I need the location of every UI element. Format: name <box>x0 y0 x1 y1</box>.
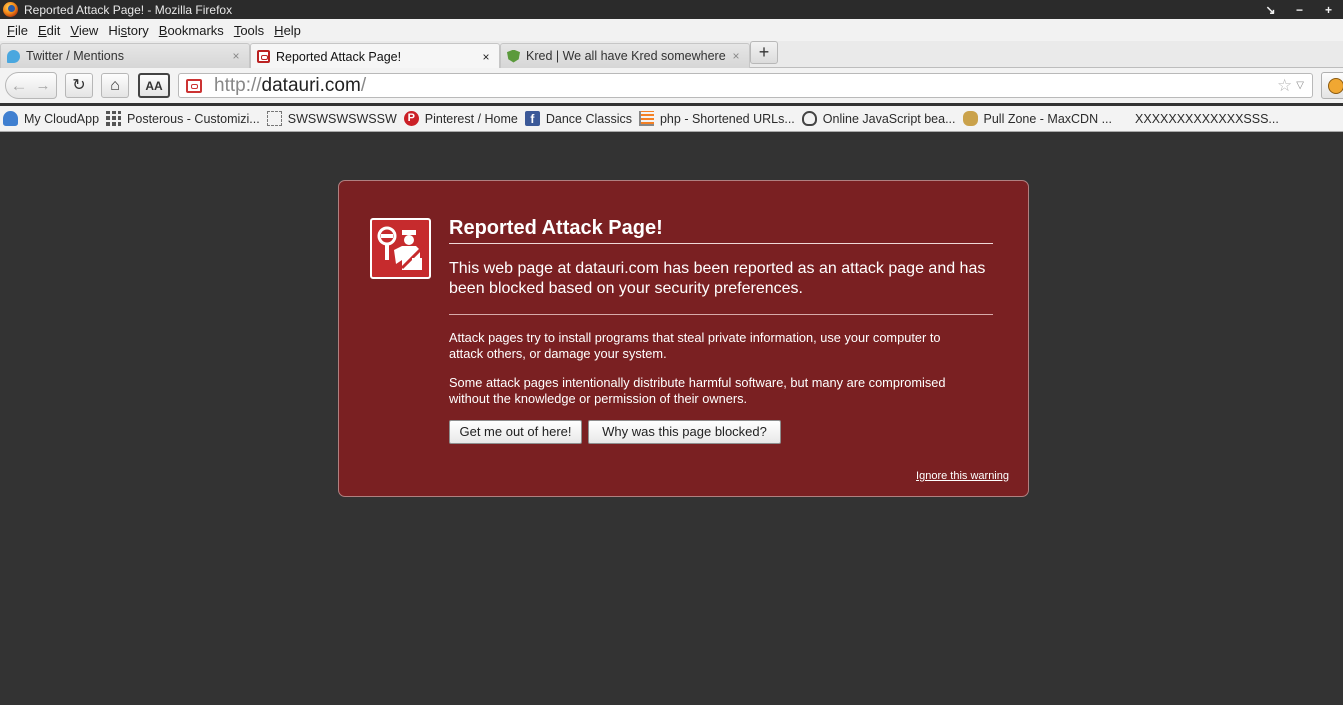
why-blocked-button[interactable]: Why was this page blocked? <box>588 420 781 444</box>
reader-view-button[interactable]: AA <box>138 73 170 98</box>
get-me-out-button[interactable]: Get me out of here! <box>449 420 582 444</box>
back-button[interactable]: ← <box>6 73 32 99</box>
tab-label: Reported Attack Page! <box>276 49 402 64</box>
forward-button[interactable]: → <box>32 77 54 94</box>
bookmark-pinterest[interactable]: P Pinterest / Home <box>403 111 518 126</box>
close-tab-icon[interactable]: × <box>729 49 743 63</box>
tab-label: Twitter / Mentions <box>26 49 124 63</box>
addon-face-icon <box>1328 78 1343 94</box>
maximize-window-icon[interactable]: + <box>1314 3 1343 17</box>
bookmark-php-shortened-urls[interactable]: php - Shortened URLs... <box>638 111 795 126</box>
home-button[interactable]: ⌂ <box>101 73 129 98</box>
bookmark-posterous[interactable]: Posterous - Customizi... <box>106 111 260 126</box>
grid-icon <box>106 111 122 126</box>
error-long-description-1: Attack pages try to install programs tha… <box>449 330 941 361</box>
tab-reported-attack-page[interactable]: Reported Attack Page! × <box>250 43 500 69</box>
minimize-window-icon[interactable]: − <box>1285 3 1314 17</box>
addon-button[interactable] <box>1321 72 1343 99</box>
menu-bar: File Edit View History Bookmarks Tools H… <box>0 19 1343 41</box>
blocked-site-icon <box>370 218 431 279</box>
url-input[interactable]: http://datauri.com/ <box>210 75 1277 97</box>
bookmark-my-cloudapp[interactable]: My CloudApp <box>3 111 99 126</box>
bookmark-swsw[interactable]: SWSWSWSWSSW <box>266 111 397 126</box>
stackoverflow-icon <box>638 111 654 126</box>
attack-page-icon <box>257 50 270 63</box>
menu-history[interactable]: History <box>103 23 153 38</box>
ignore-warning-link[interactable]: Ignore this warning <box>916 470 1009 482</box>
tab-strip: Twitter / Mentions × Reported Attack Pag… <box>0 41 1343 69</box>
site-identity-icon[interactable] <box>186 78 202 93</box>
tab-label: Kred | We all have Kred somewhere <box>526 49 726 63</box>
maxcdn-icon <box>962 111 978 126</box>
reload-button[interactable]: ↻ <box>65 73 93 98</box>
bookmark-maxcdn[interactable]: Pull Zone - MaxCDN ... <box>962 111 1112 126</box>
tab-twitter-mentions[interactable]: Twitter / Mentions × <box>0 43 250 68</box>
facebook-icon: f <box>524 111 540 126</box>
twitter-icon <box>7 49 20 63</box>
attack-warning-panel: Reported Attack Page! This web page at d… <box>338 180 1029 497</box>
bookmark-xxx[interactable]: XXXXXXXXXXXXXSSS... <box>1135 112 1279 126</box>
bookmark-js-beautifier[interactable]: Online JavaScript bea... <box>801 111 956 126</box>
menu-tools[interactable]: Tools <box>229 23 269 38</box>
new-tab-button[interactable]: + <box>750 41 778 64</box>
error-long-description-2: Some attack pages intentionally distribu… <box>449 375 946 406</box>
error-short-description: This web page at datauri.com has been re… <box>449 259 993 315</box>
bookmark-star-icon[interactable]: ☆ <box>1277 76 1292 96</box>
menu-bookmarks[interactable]: Bookmarks <box>154 23 229 38</box>
blank-page-icon <box>266 111 282 126</box>
restore-window-icon[interactable]: ↘ <box>1256 3 1285 17</box>
bookmark-dance-classics[interactable]: f Dance Classics <box>524 111 632 126</box>
menu-edit[interactable]: Edit <box>33 23 65 38</box>
pinterest-icon: P <box>403 111 419 126</box>
window-title: Reported Attack Page! - Mozilla Firefox <box>24 2 233 17</box>
owl-icon <box>801 111 817 126</box>
menu-file[interactable]: File <box>2 23 33 38</box>
kred-icon <box>507 49 520 63</box>
menu-view[interactable]: View <box>65 23 103 38</box>
error-title: Reported Attack Page! <box>449 217 993 244</box>
bookmarks-toolbar: My CloudApp Posterous - Customizi... SWS… <box>0 106 1343 132</box>
window-titlebar: Reported Attack Page! - Mozilla Firefox … <box>0 0 1343 19</box>
cloud-icon <box>3 111 18 126</box>
menu-help[interactable]: Help <box>269 23 306 38</box>
firefox-logo-icon <box>3 2 18 17</box>
back-forward-group: ← → <box>5 72 57 99</box>
page-content: Reported Attack Page! This web page at d… <box>0 132 1343 705</box>
close-tab-icon[interactable]: × <box>229 49 243 63</box>
tab-kred[interactable]: Kred | We all have Kred somewhere × <box>500 43 750 68</box>
url-history-dropdown-icon[interactable]: ▽ <box>1296 80 1304 91</box>
close-tab-icon[interactable]: × <box>479 50 493 64</box>
url-bar[interactable]: http://datauri.com/ ☆ ▽ <box>178 73 1313 98</box>
